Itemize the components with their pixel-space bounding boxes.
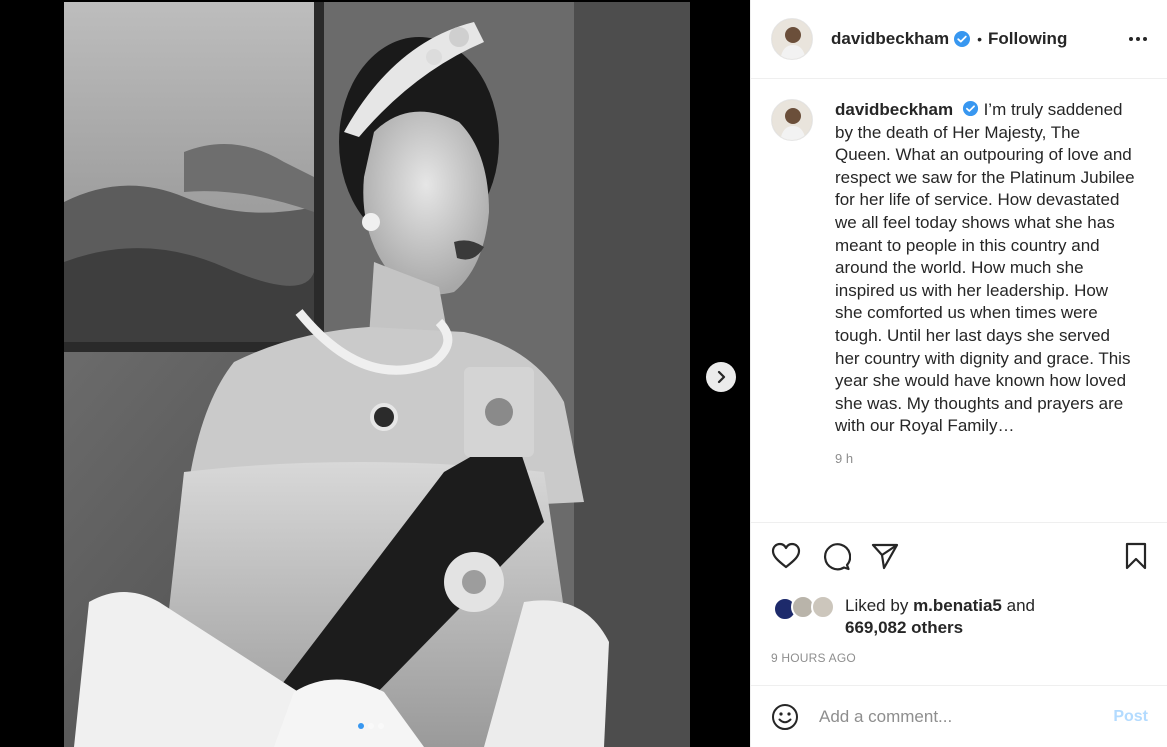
post-side-panel: davidbeckham • Following davidbeckham I’… (750, 0, 1167, 747)
carousel-indicator (358, 723, 384, 729)
post-media (0, 0, 750, 747)
likes-count[interactable]: 669,082 others (845, 618, 963, 637)
caption-avatar-image (772, 100, 812, 140)
likes-summary: Liked by m.benatia5 and 669,082 others (771, 595, 1148, 639)
bookmark-icon (1125, 542, 1147, 570)
carousel-dot-3 (378, 723, 384, 729)
heart-icon (771, 542, 801, 569)
paper-plane-icon (871, 543, 899, 570)
carousel-next-button[interactable] (706, 362, 736, 392)
like-button[interactable] (771, 542, 801, 570)
share-button[interactable] (871, 542, 899, 570)
comment-box: Post (751, 685, 1167, 747)
liked-by-prefix: Liked by (845, 596, 909, 615)
liked-by-and: and (1006, 596, 1035, 615)
more-options-icon[interactable] (1129, 37, 1147, 41)
caption-text: I’m truly saddened by the death of Her M… (835, 100, 1135, 436)
comment-button[interactable] (821, 541, 851, 571)
caption-username[interactable]: davidbeckham (835, 100, 953, 119)
caption: davidbeckham I’m truly saddened by the d… (771, 99, 1148, 471)
carousel-dot-2 (368, 723, 374, 729)
save-button[interactable] (1124, 542, 1148, 570)
post-photo[interactable] (64, 2, 690, 747)
caption-avatar[interactable] (771, 99, 813, 141)
author-avatar-image (772, 19, 812, 59)
liker-avatar-3 (811, 595, 835, 619)
caption-time[interactable]: 9 h (835, 448, 1135, 471)
post-timestamp[interactable]: 9 HOURS AGO (771, 651, 1148, 665)
liker-avatars[interactable] (771, 595, 835, 625)
author-avatar[interactable] (771, 18, 813, 60)
queen-portrait-image (64, 2, 690, 747)
action-icons-row (771, 541, 1148, 571)
verified-badge-icon (954, 31, 971, 47)
comment-icon (824, 543, 851, 571)
post-actions: Liked by m.benatia5 and 669,082 others 9… (751, 522, 1167, 685)
emoji-icon[interactable] (771, 703, 799, 731)
chevron-right-icon (717, 370, 726, 384)
comment-input[interactable] (819, 706, 1114, 727)
author-username[interactable]: davidbeckham (831, 29, 949, 49)
carousel-dot-1 (358, 723, 364, 729)
liked-by-user[interactable]: m.benatia5 (913, 596, 1002, 615)
following-button[interactable]: Following (988, 29, 1067, 49)
header-separator: • (977, 31, 983, 47)
post-comment-button[interactable]: Post (1113, 708, 1148, 726)
caption-body: davidbeckham I’m truly saddened by the d… (835, 99, 1135, 471)
verified-badge-icon (962, 100, 978, 117)
likes-text: Liked by m.benatia5 and 669,082 others (845, 595, 1035, 639)
caption-area: davidbeckham I’m truly saddened by the d… (751, 79, 1167, 522)
post-header: davidbeckham • Following (751, 0, 1167, 79)
